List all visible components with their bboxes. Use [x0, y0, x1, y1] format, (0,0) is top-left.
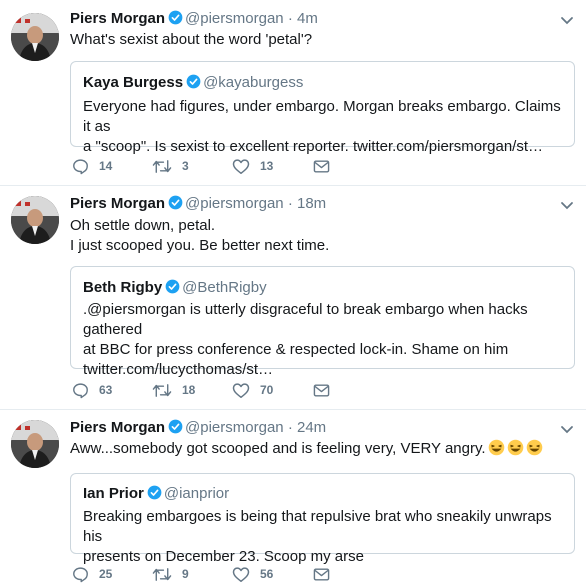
tweet-feed: Piers Morgan @piersmorgan · 4m What's sex…	[0, 0, 586, 584]
chevron-down-icon[interactable]	[560, 201, 574, 211]
quoted-text-line: .@piersmorgan is utterly disgraceful to …	[83, 301, 528, 338]
like-count: 13	[260, 159, 274, 173]
quoted-tweet-text: Breaking embargoes is being that repulsi…	[83, 507, 564, 567]
reply-count: 63	[99, 383, 113, 397]
quoted-tweet-header: Beth Rigby @BethRigby	[83, 278, 267, 298]
author-handle[interactable]: @piersmorgan	[185, 195, 284, 212]
retweet-icon	[152, 159, 172, 173]
avatar-image	[11, 13, 59, 61]
quoted-text-line: Breaking embargoes is being that repulsi…	[83, 508, 552, 545]
separator-dot: ·	[287, 10, 293, 27]
avatar-image	[11, 196, 59, 244]
reply-count: 14	[99, 159, 113, 173]
reply-button[interactable]: 25	[72, 564, 112, 584]
verified-badge-icon	[168, 10, 183, 25]
heart-icon	[232, 566, 250, 582]
verified-badge-icon	[147, 485, 162, 500]
quoted-tweet-header: Ian Prior @ianprior	[83, 484, 229, 504]
tweet-text: Oh settle down, petal. I just scooped yo…	[70, 216, 570, 256]
chevron-down-icon[interactable]	[560, 425, 574, 435]
like-button[interactable]: 70	[232, 380, 273, 400]
heart-icon	[232, 158, 250, 174]
heart-icon	[232, 382, 250, 398]
like-button[interactable]: 13	[232, 156, 273, 176]
avatar[interactable]	[11, 196, 59, 244]
author-handle[interactable]: @piersmorgan	[185, 419, 284, 436]
retweet-count: 18	[182, 383, 196, 397]
author-name[interactable]: Piers Morgan	[70, 195, 165, 212]
direct-message-button[interactable]	[313, 564, 330, 584]
tweet-1[interactable]: Piers Morgan @piersmorgan · 4m What's sex…	[0, 0, 586, 186]
quoted-text-line: Everyone had figures, under embargo. Mor…	[83, 98, 561, 135]
quoted-tweet[interactable]: Ian Prior @ianprior Breaking embargoes is…	[70, 473, 575, 565]
retweet-count: 3	[182, 159, 189, 173]
quoted-text-line: at BBC for press conference & respected …	[83, 341, 509, 358]
quoted-author-name: Beth Rigby	[83, 279, 163, 296]
reply-icon	[73, 158, 88, 174]
quoted-text-line: a "scoop". Is sexist to excellent report…	[83, 138, 543, 155]
reply-button[interactable]: 63	[72, 380, 112, 400]
avatar[interactable]	[11, 420, 59, 468]
timestamp[interactable]: 4m	[297, 10, 318, 27]
retweet-button[interactable]: 18	[152, 380, 195, 400]
tweet-header: Piers Morgan @piersmorgan · 24m	[70, 418, 326, 438]
reply-button[interactable]: 14	[72, 156, 112, 176]
direct-message-button[interactable]	[313, 156, 330, 176]
tweet-text: What's sexist about the word 'petal'?	[70, 30, 570, 50]
tweet-text-line: Aww...somebody got scooped and is feelin…	[70, 439, 570, 459]
quoted-author-handle: @kayaburgess	[203, 74, 304, 91]
verified-badge-icon	[165, 279, 180, 294]
chevron-down-icon[interactable]	[560, 16, 574, 26]
tweet-text-line: What's sexist about the word 'petal'?	[70, 31, 313, 48]
tweet-text-content: Aww...somebody got scooped and is feelin…	[70, 440, 486, 457]
reply-count: 25	[99, 567, 113, 581]
quoted-author-name: Kaya Burgess	[83, 74, 184, 91]
tweet-2[interactable]: Piers Morgan @piersmorgan · 18m Oh settle…	[0, 186, 586, 410]
tweet-text: Aww...somebody got scooped and is feelin…	[70, 439, 570, 459]
verified-badge-icon	[168, 419, 183, 434]
quoted-author-name: Ian Prior	[83, 485, 144, 502]
quoted-tweet-text: .@piersmorgan is utterly disgraceful to …	[83, 300, 564, 380]
verified-badge-icon	[168, 195, 183, 210]
tweet-text-line: Oh settle down, petal.	[70, 217, 216, 234]
author-name[interactable]: Piers Morgan	[70, 419, 165, 436]
author-handle[interactable]: @piersmorgan	[185, 10, 284, 27]
separator-dot: ·	[287, 419, 293, 436]
direct-message-button[interactable]	[313, 380, 330, 400]
retweet-count: 9	[182, 567, 189, 581]
laughing-face-emoji	[507, 439, 523, 456]
retweet-icon	[152, 383, 172, 397]
envelope-icon	[313, 567, 330, 581]
envelope-icon	[313, 383, 330, 397]
like-button[interactable]: 56	[232, 564, 273, 584]
timestamp[interactable]: 24m	[297, 419, 326, 436]
tweet-header: Piers Morgan @piersmorgan · 18m	[70, 194, 326, 214]
retweet-button[interactable]: 3	[152, 156, 189, 176]
verified-badge-icon	[186, 74, 201, 89]
separator-dot: ·	[287, 195, 293, 212]
avatar[interactable]	[11, 13, 59, 61]
quoted-tweet-text: Everyone had figures, under embargo. Mor…	[83, 97, 564, 157]
retweet-button[interactable]: 9	[152, 564, 189, 584]
timestamp[interactable]: 18m	[297, 195, 326, 212]
quoted-author-handle: @BethRigby	[182, 279, 267, 296]
quoted-author-handle: @ianprior	[163, 485, 230, 502]
reply-icon	[73, 566, 88, 582]
quoted-text-line: twitter.com/lucycthomas/st…	[83, 361, 274, 378]
laughing-face-emoji	[488, 439, 504, 456]
like-count: 70	[260, 383, 274, 397]
laughing-face-emoji	[526, 439, 542, 456]
quoted-tweet-header: Kaya Burgess @kayaburgess	[83, 73, 303, 93]
tweet-3[interactable]: Piers Morgan @piersmorgan · 24m Aww...som…	[0, 410, 586, 584]
tweet-header: Piers Morgan @piersmorgan · 4m	[70, 9, 318, 29]
avatar-image	[11, 420, 59, 468]
author-name[interactable]: Piers Morgan	[70, 10, 165, 27]
retweet-icon	[152, 567, 172, 581]
like-count: 56	[260, 567, 274, 581]
quoted-tweet[interactable]: Kaya Burgess @kayaburgess Everyone had fi…	[70, 61, 575, 155]
reply-icon	[73, 382, 88, 398]
quoted-tweet[interactable]: Beth Rigby @BethRigby .@piersmorgan is ut…	[70, 266, 575, 378]
tweet-text-line: I just scooped you. Be better next time.	[70, 237, 330, 254]
envelope-icon	[313, 159, 330, 173]
